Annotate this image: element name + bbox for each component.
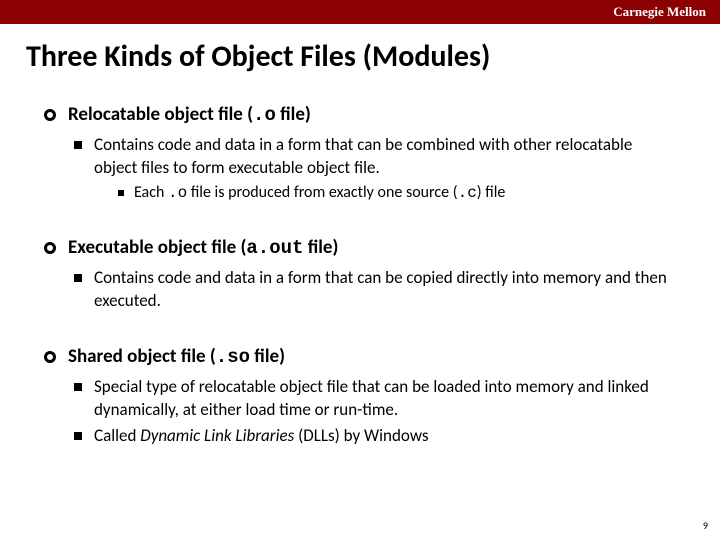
- sub-sub-list: Each .o file is produced from exactly on…: [118, 182, 676, 205]
- text-part: ) file: [477, 183, 506, 202]
- heading-part: file): [303, 236, 338, 259]
- sub-list: Special type of relocatable object file …: [74, 376, 676, 449]
- body-text: Contains code and data in a form that ca…: [94, 134, 632, 178]
- body-text: Contains code and data in a form that ca…: [94, 267, 676, 313]
- heading-code: .so: [216, 346, 250, 368]
- list-item: Special type of relocatable object file …: [74, 376, 676, 422]
- page-number: 9: [703, 519, 708, 532]
- list-item: Contains code and data in a form that ca…: [74, 134, 676, 204]
- donut-bullet-icon: [44, 351, 56, 363]
- section-heading: Shared object file (.so file): [68, 345, 285, 370]
- text-part: file is produced from exactly one source…: [187, 183, 457, 202]
- heading-part: file): [250, 345, 285, 368]
- square-bullet-small-icon: [118, 190, 124, 196]
- list-item: Contains code and data in a form that ca…: [74, 267, 676, 313]
- content-area: Relocatable object file (.o file) Contai…: [0, 83, 720, 448]
- list-item: Shared object file (.so file) Special ty…: [44, 345, 676, 449]
- list-item: Called Dynamic Link Libraries (DLLs) by …: [74, 425, 676, 448]
- slide: Carnegie Mellon Three Kinds of Object Fi…: [0, 0, 720, 540]
- square-bullet-icon: [74, 383, 82, 391]
- text-part: Each: [134, 183, 168, 202]
- italic-text: Dynamic Link Libraries: [140, 425, 294, 446]
- list-item: Relocatable object file (.o file) Contai…: [44, 103, 676, 204]
- donut-bullet-icon: [44, 109, 56, 121]
- square-bullet-icon: [74, 432, 82, 440]
- heading-code: .o: [253, 104, 276, 126]
- org-label: Carnegie Mellon: [613, 4, 706, 20]
- list-item: Each .o file is produced from exactly on…: [118, 182, 676, 205]
- donut-bullet-icon: [44, 242, 56, 254]
- text-part: (DLLs) by Windows: [294, 425, 428, 446]
- heading-part: Shared object file (: [68, 345, 216, 368]
- sub-list: Contains code and data in a form that ca…: [74, 134, 676, 204]
- top-banner: Carnegie Mellon: [0, 0, 720, 24]
- slide-title: Three Kinds of Object Files (Modules): [0, 24, 720, 83]
- code-text: .c: [458, 184, 477, 202]
- text-part: Called: [94, 425, 140, 446]
- section-heading: Relocatable object file (.o file): [68, 103, 311, 128]
- square-bullet-icon: [74, 274, 82, 282]
- heading-part: Executable object file (: [68, 236, 246, 259]
- body-text: Each .o file is produced from exactly on…: [134, 182, 505, 205]
- sub-list: Contains code and data in a form that ca…: [74, 267, 676, 313]
- code-text: .o: [168, 184, 187, 202]
- section-heading: Executable object file (a.out file): [68, 236, 338, 261]
- body-text: Special type of relocatable object file …: [94, 376, 676, 422]
- body-text: Called Dynamic Link Libraries (DLLs) by …: [94, 425, 428, 448]
- list-item: Executable object file (a.out file) Cont…: [44, 236, 676, 313]
- heading-code: a.out: [246, 237, 303, 259]
- square-bullet-icon: [74, 141, 82, 149]
- heading-part: file): [276, 103, 311, 126]
- heading-part: Relocatable object file (: [68, 103, 253, 126]
